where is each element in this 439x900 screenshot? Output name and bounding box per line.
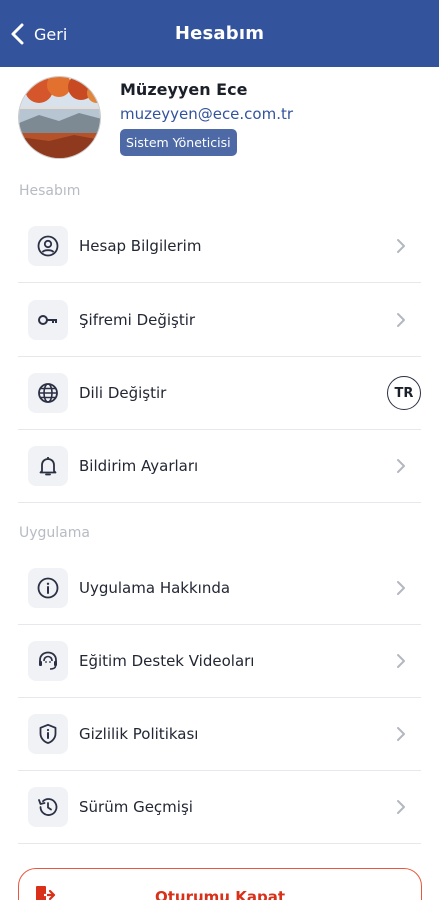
- key-icon: [28, 300, 68, 340]
- bell-icon: [28, 446, 68, 486]
- language-badge[interactable]: TR: [387, 376, 421, 410]
- profile-email: muzeyyen@ece.com.tr: [120, 105, 294, 123]
- chevron-right-icon: [397, 800, 405, 814]
- menu-item-change-language[interactable]: Dili Değiştir TR: [18, 357, 421, 430]
- chevron-right-icon: [397, 654, 405, 668]
- menu-item-training-videos[interactable]: Eğitim Destek Videoları: [18, 625, 421, 698]
- menu-item-label: Şifremi Değiştir: [79, 311, 196, 329]
- back-label: Geri: [34, 24, 68, 44]
- section-label-app: Uygulama: [19, 525, 90, 541]
- menu-item-about-app[interactable]: Uygulama Hakkında: [18, 552, 421, 625]
- menu-item-label: Hesap Bilgilerim: [79, 237, 202, 255]
- shield-info-icon: [28, 714, 68, 754]
- menu-item-label: Sürüm Geçmişi: [79, 798, 193, 816]
- menu-item-privacy-policy[interactable]: Gizlilik Politikası: [18, 698, 421, 771]
- support-agent-icon: [28, 641, 68, 681]
- globe-icon: [28, 373, 68, 413]
- page-title: Hesabım: [174, 23, 265, 44]
- menu-item-version-history[interactable]: Sürüm Geçmişi: [18, 771, 421, 844]
- profile-name: Müzeyyen Ece: [120, 80, 248, 99]
- menu-item-change-password[interactable]: Şifremi Değiştir: [18, 284, 421, 357]
- menu-item-label: Bildirim Ayarları: [79, 457, 199, 475]
- logout-label: Oturumu Kapat: [155, 888, 285, 900]
- menu-item-notification-settings[interactable]: Bildirim Ayarları: [18, 430, 421, 503]
- logout-button[interactable]: Oturumu Kapat: [18, 868, 422, 900]
- back-button[interactable]: Geri: [10, 20, 67, 48]
- avatar[interactable]: [18, 76, 101, 159]
- profile-card: Müzeyyen Ece muzeyyen@ece.com.tr Sistem …: [18, 76, 421, 160]
- menu-item-account-info[interactable]: Hesap Bilgilerim: [18, 210, 421, 283]
- chevron-right-icon: [397, 313, 405, 327]
- info-icon: [28, 568, 68, 608]
- role-badge: Sistem Yöneticisi: [120, 129, 237, 156]
- menu-item-label: Dili Değiştir: [79, 384, 167, 402]
- menu-item-label: Eğitim Destek Videoları: [79, 652, 255, 670]
- section-label-account: Hesabım: [19, 183, 81, 199]
- avatar-landscape-image: [19, 77, 100, 158]
- chevron-right-icon: [397, 459, 405, 473]
- user-circle-icon: [28, 226, 68, 266]
- app-header: Geri Hesabım: [0, 0, 439, 67]
- chevron-right-icon: [397, 581, 405, 595]
- chevron-right-icon: [397, 239, 405, 253]
- chevron-left-icon: [11, 23, 24, 45]
- history-icon: [28, 787, 68, 827]
- menu-item-label: Uygulama Hakkında: [79, 579, 231, 597]
- chevron-right-icon: [397, 727, 405, 741]
- menu-item-label: Gizlilik Politikası: [79, 725, 199, 743]
